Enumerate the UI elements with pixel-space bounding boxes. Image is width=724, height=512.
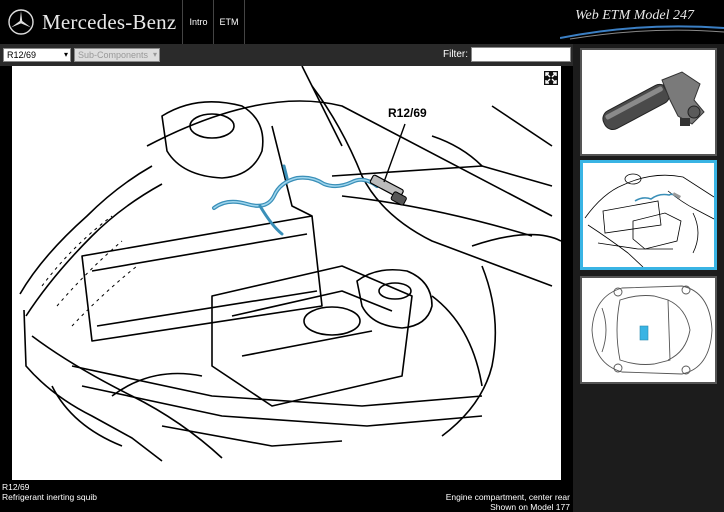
nav-etm[interactable]: ETM	[213, 0, 245, 44]
thumbnail-engine-diagram[interactable]	[580, 160, 717, 270]
thumbnail-sidebar	[573, 44, 724, 512]
chevron-down-icon: ▾	[63, 50, 68, 59]
component-select[interactable]: R12/69 ▾	[3, 48, 71, 62]
subcomponents-select-value: Sub-Components	[78, 50, 149, 60]
engine-diagram-thumbnail	[584, 173, 714, 267]
mercedes-star-icon[interactable]	[8, 9, 34, 35]
app-header: Mercedes-Benz Intro ETM Web ETM Model 24…	[0, 0, 724, 44]
toolbar: R12/69 ▾ Sub-Components ▾ Filter:	[0, 44, 573, 66]
component-code: R12/69	[2, 482, 30, 492]
filter-input[interactable]	[471, 47, 571, 62]
callout-label: R12/69	[388, 106, 427, 120]
component-info-bar: R12/69 Refrigerant inerting squib Engine…	[0, 480, 573, 512]
thumbnail-component-photo[interactable]	[580, 48, 717, 156]
chevron-down-icon: ▾	[152, 50, 157, 59]
engine-compartment-diagram	[19, 66, 561, 462]
vehicle-location-thumbnail	[591, 285, 713, 375]
thumbnail-vehicle-location[interactable]	[580, 276, 717, 384]
subcomponents-select[interactable]: Sub-Components ▾	[74, 48, 160, 62]
component-name: Refrigerant inerting squib	[2, 492, 97, 502]
model-note: Shown on Model 177	[490, 502, 570, 512]
diagram-viewer[interactable]	[12, 66, 561, 480]
brand-name: Mercedes-Benz	[42, 10, 177, 34]
filter-label: Filter:	[443, 49, 468, 60]
squib-photo-image	[602, 71, 705, 130]
app-title: Web ETM Model 247	[575, 8, 694, 23]
component-select-value: R12/69	[7, 50, 37, 60]
nav-intro[interactable]: Intro	[182, 0, 214, 44]
component-location: Engine compartment, center rear	[445, 492, 570, 502]
expand-icon[interactable]	[543, 70, 559, 86]
